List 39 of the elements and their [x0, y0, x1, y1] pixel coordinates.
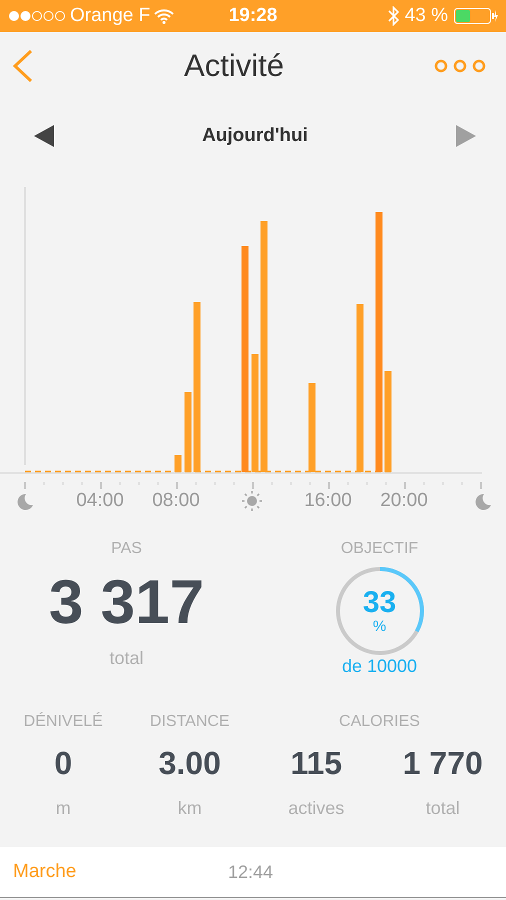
- status-time: 19:28: [228, 5, 278, 27]
- percent-sign: %: [372, 618, 386, 634]
- calories-label: CALORIES: [339, 713, 420, 731]
- page-title: Activité: [184, 48, 284, 84]
- time-axis-label: 04:00: [76, 490, 124, 512]
- calories-unit: total: [426, 798, 460, 819]
- goal-label: OBJECTIF: [340, 540, 418, 558]
- metric-label: DISTANCE: [150, 713, 230, 731]
- activity-name: Marche: [13, 861, 78, 883]
- signal-icon: [8, 10, 66, 22]
- steps-label: PAS: [111, 540, 142, 558]
- activity-time: 12:44: [228, 862, 274, 882]
- steps-value: 3 317: [48, 572, 204, 634]
- more-button[interactable]: [434, 59, 486, 73]
- calories-value: 115: [290, 745, 342, 782]
- carrier-name: Orange F: [70, 5, 150, 27]
- date-label: Aujourd'hui: [202, 125, 308, 147]
- metric-value: 3.00: [158, 745, 221, 782]
- metric-value: 0: [54, 745, 72, 782]
- metric-label: DÉNIVELÉ: [24, 713, 103, 731]
- time-axis-label: 08:00: [152, 490, 200, 512]
- time-axis-label: 20:00: [380, 490, 428, 512]
- back-button[interactable]: [12, 49, 34, 83]
- wifi-icon: [154, 8, 174, 24]
- calories-unit: actives: [288, 798, 344, 819]
- battery-icon: [454, 8, 498, 24]
- metric-unit: km: [178, 798, 202, 819]
- time-axis-label: 16:00: [304, 490, 352, 512]
- previous-day-button[interactable]: [34, 125, 54, 147]
- calories-value: 1 770: [402, 745, 483, 782]
- steps-unit: total: [109, 648, 144, 669]
- sun-icon: [241, 490, 263, 512]
- battery-percent: 43 %: [404, 5, 448, 27]
- metric-unit: m: [56, 798, 71, 819]
- activity-row[interactable]: Marche 12:44: [0, 847, 506, 898]
- goal-percent: 33: [362, 588, 396, 618]
- goal-target: de 10000: [342, 656, 418, 677]
- bluetooth-icon: [388, 6, 399, 26]
- activity-bar: [174, 455, 182, 472]
